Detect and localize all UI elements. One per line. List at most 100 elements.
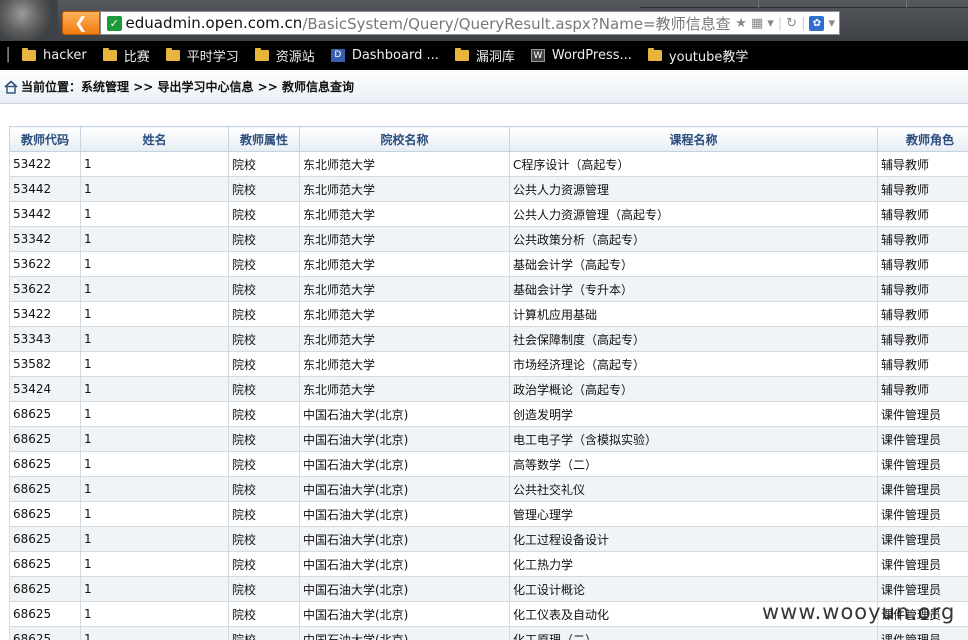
wordpress-icon: W <box>530 49 545 62</box>
table-cell: 辅导教师 <box>877 301 968 327</box>
table-cell: 院校 <box>228 276 300 302</box>
bookmarks-overflow-icon[interactable]: │ <box>0 48 16 63</box>
bookmark-item[interactable]: 漏洞库 <box>454 46 515 65</box>
table-cell: 辅导教师 <box>877 201 968 227</box>
table-row: 68625 1 院校 中国石油大学(北京) 化工热力学 课件管理员 <box>9 551 968 577</box>
column-header[interactable]: 教师代码 <box>9 126 81 152</box>
table-cell: 1 <box>80 551 229 577</box>
toolbar-separator: | <box>801 15 806 31</box>
table-row: 68625 1 院校 中国石油大学(北京) 化工设计概论 课件管理员 <box>9 576 968 602</box>
table-row: 53422 1 院校 东北师范大学 C程序设计（高起专） 辅导教师 <box>9 151 968 177</box>
bookmark-label: 比赛 <box>123 50 150 65</box>
folder-icon <box>102 48 117 61</box>
table-cell: 辅导教师 <box>877 326 968 352</box>
table-cell: 68625 <box>9 426 81 452</box>
table-row: 68625 1 院校 中国石油大学(北京) 化工原理（二） 课件管理员 <box>9 626 968 640</box>
table-cell: 院校 <box>228 426 300 452</box>
table-cell: 1 <box>80 151 229 177</box>
table-cell: 1 <box>80 276 229 302</box>
breadcrumb-prefix: 当前位置： <box>21 80 82 94</box>
table-row: 68625 1 院校 中国石油大学(北京) 高等数学（二） 课件管理员 <box>9 451 968 477</box>
table-cell: 53343 <box>9 326 81 352</box>
table-cell: 中国石油大学(北京) <box>299 451 510 477</box>
table-cell: 院校 <box>228 376 300 402</box>
table-cell: 中国石油大学(北京) <box>299 576 510 602</box>
table-cell: 辅导教师 <box>877 251 968 277</box>
tab-strip <box>640 0 968 8</box>
table-cell: 中国石油大学(北京) <box>299 476 510 502</box>
column-header[interactable]: 课程名称 <box>509 126 878 152</box>
address-bar[interactable]: ✓ eduadmin.open.com.cn /BasicSystem/Quer… <box>100 11 840 35</box>
bookmark-label: 平时学习 <box>186 50 239 65</box>
bookmark-item[interactable]: 资源站 <box>254 46 315 65</box>
bookmark-item[interactable]: 比赛 <box>102 46 150 65</box>
table-cell: 中国石油大学(北京) <box>299 526 510 552</box>
table-cell: 68625 <box>9 451 81 477</box>
table-cell: 市场经济理论（高起专） <box>509 351 878 377</box>
bookmark-label: Dashboard ... <box>351 48 439 63</box>
home-icon <box>4 79 18 94</box>
browser-logo-icon[interactable] <box>0 0 58 40</box>
column-header[interactable]: 教师属性 <box>228 126 300 152</box>
star-icon[interactable]: ★ <box>735 16 747 31</box>
table-cell: 电工电子学（含模拟实验） <box>509 426 878 452</box>
table-cell: 社会保障制度（高起专） <box>509 326 878 352</box>
bookmark-item[interactable]: youtube教学 <box>647 46 748 65</box>
table-cell: 53424 <box>9 376 81 402</box>
table-cell: 院校 <box>228 226 300 252</box>
table-row: 68625 1 院校 中国石油大学(北京) 电工电子学（含模拟实验） 课件管理员 <box>9 426 968 452</box>
breadcrumb: 当前位置： 系统管理 >> 导出学习中心信息 >> 教师信息查询 <box>0 70 968 104</box>
folder-icon <box>454 48 469 61</box>
table-cell: 53422 <box>9 301 81 327</box>
table-cell: 院校 <box>228 201 300 227</box>
table-cell: 公共人力资源管理 <box>509 176 878 202</box>
table-cell: 课件管理员 <box>877 426 968 452</box>
refresh-icon[interactable]: ↻ <box>786 16 797 31</box>
chevron-down-icon[interactable]: ▾ <box>767 16 774 31</box>
table-cell: 东北师范大学 <box>299 226 510 252</box>
bookmarks-bar: │ hacker 比赛 平时学习 资源站 D Dashboard ... 漏洞库 W WordP… <box>0 41 968 70</box>
watermark-text: www.wooyun.org <box>762 600 956 624</box>
table-cell: 68625 <box>9 601 81 627</box>
table-cell: 课件管理员 <box>877 401 968 427</box>
table-header-row: 教师代码 姓名 教师属性 院校名称 课程名称 教师角色 <box>9 126 968 152</box>
table-cell: 东北师范大学 <box>299 326 510 352</box>
column-header[interactable]: 姓名 <box>80 126 229 152</box>
bookmark-item[interactable]: D Dashboard ... <box>330 48 439 63</box>
table-row: 53424 1 院校 东北师范大学 政治学概论（高起专） 辅导教师 <box>9 376 968 402</box>
table-row: 68625 1 院校 中国石油大学(北京) 化工过程设备设计 课件管理员 <box>9 526 968 552</box>
bookmark-item[interactable]: 平时学习 <box>165 46 239 65</box>
table-cell: 辅导教师 <box>877 351 968 377</box>
bookmark-item[interactable]: hacker <box>22 48 87 63</box>
table-cell: 1 <box>80 351 229 377</box>
folder-icon <box>22 48 36 61</box>
table-row: 53442 1 院校 东北师范大学 公共人力资源管理 辅导教师 <box>9 176 968 202</box>
chevron-down-icon[interactable]: ▾ <box>828 16 835 31</box>
table-cell: 化工原理（二） <box>509 626 878 640</box>
table-cell: 1 <box>80 376 229 402</box>
paw-icon[interactable]: ✿ <box>809 15 825 31</box>
bookmark-label: hacker <box>43 48 87 63</box>
table-cell: 院校 <box>228 551 300 577</box>
table-cell: 公共人力资源管理（高起专） <box>509 201 878 227</box>
table-cell: 政治学概论（高起专） <box>509 376 878 402</box>
table-cell: 东北师范大学 <box>299 351 510 377</box>
qr-code-icon[interactable]: ▦ <box>751 16 763 31</box>
table-cell: C程序设计（高起专） <box>509 151 878 177</box>
column-header[interactable]: 院校名称 <box>299 126 510 152</box>
bookmark-item[interactable]: W WordPress... <box>530 48 632 63</box>
bookmark-label: 漏洞库 <box>475 50 515 65</box>
back-button[interactable]: ❮ <box>62 11 100 35</box>
table-cell: 中国石油大学(北京) <box>299 501 510 527</box>
table-row: 53622 1 院校 东北师范大学 基础会计学（专升本） 辅导教师 <box>9 276 968 302</box>
table-cell: 院校 <box>228 301 300 327</box>
table-cell: 1 <box>80 401 229 427</box>
table-cell: 68625 <box>9 401 81 427</box>
table-row: 53442 1 院校 东北师范大学 公共人力资源管理（高起专） 辅导教师 <box>9 201 968 227</box>
table-cell: 1 <box>80 501 229 527</box>
column-header[interactable]: 教师角色 <box>877 126 968 152</box>
table-cell: 53622 <box>9 276 81 302</box>
table-cell: 1 <box>80 626 229 640</box>
table-cell: 化工设计概论 <box>509 576 878 602</box>
table-cell: 1 <box>80 576 229 602</box>
